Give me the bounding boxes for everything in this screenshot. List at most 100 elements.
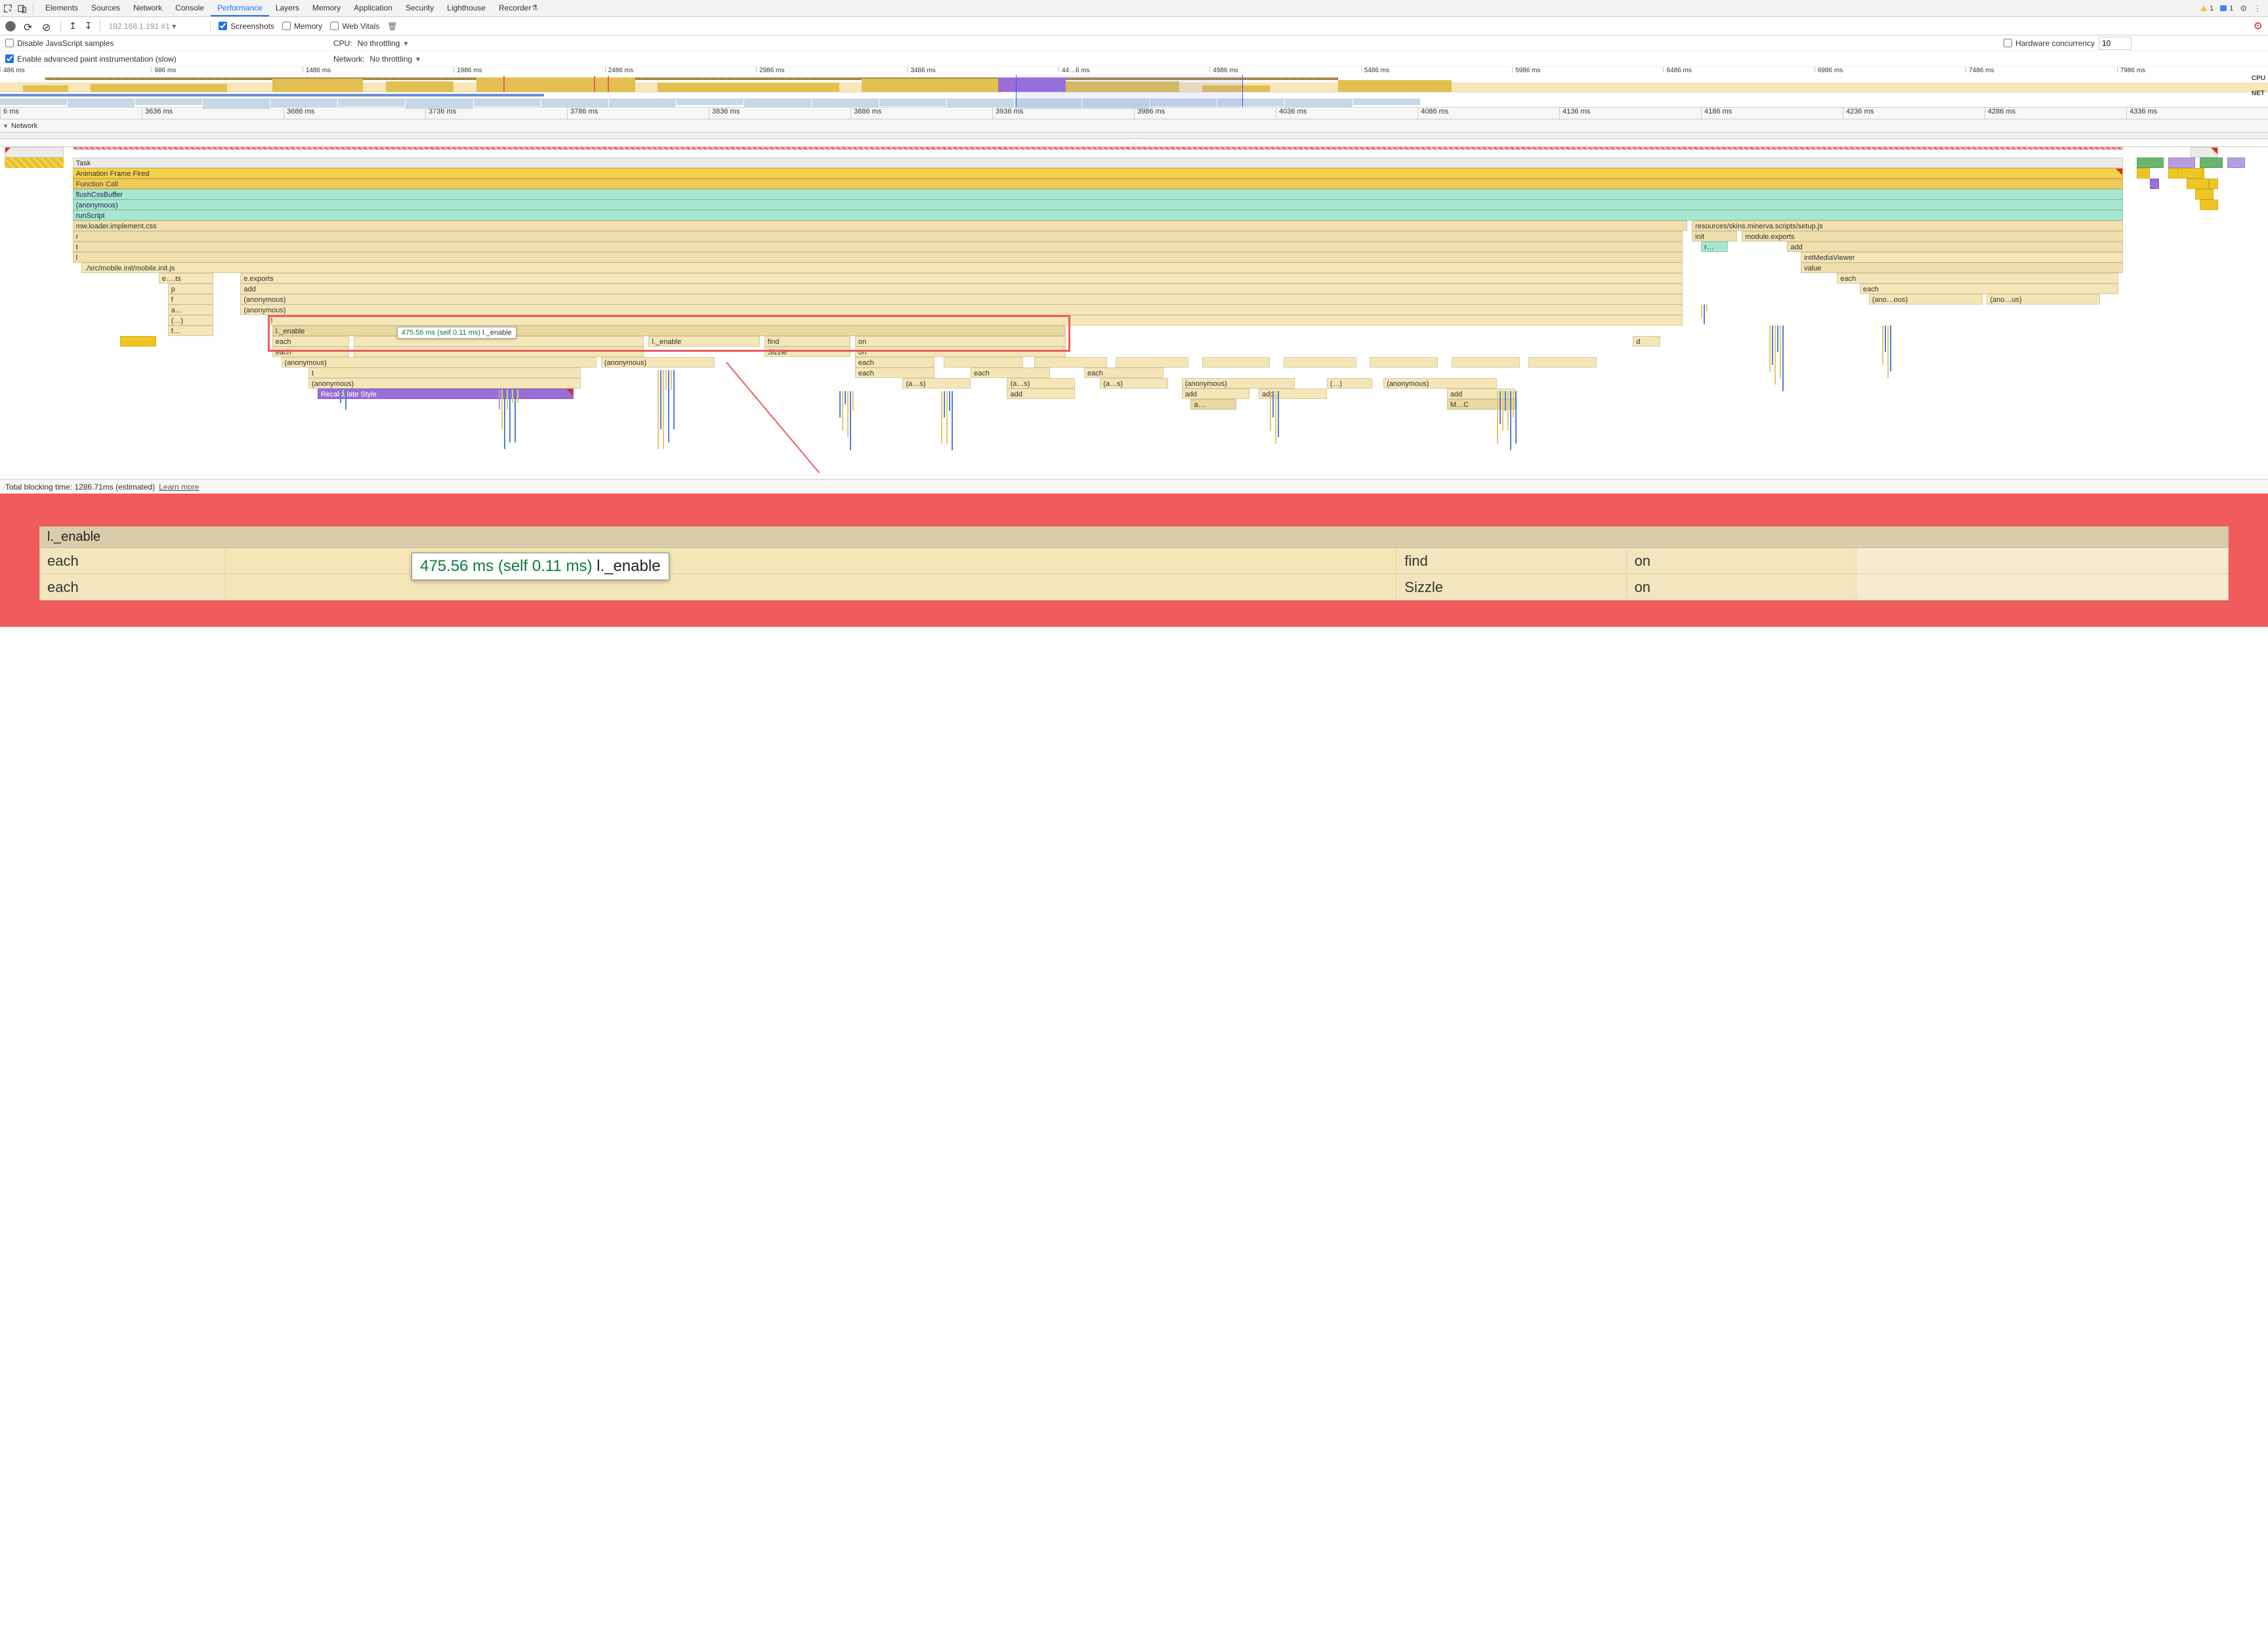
flame-bar[interactable]: t (73, 242, 1683, 252)
flame-bar[interactable]: on (855, 336, 1066, 347)
flame-bar[interactable]: (a…s) (1100, 378, 1168, 389)
flame-bar[interactable] (1284, 357, 1356, 368)
flame-bar[interactable]: l._enable (648, 336, 759, 347)
hw-concurrency-input[interactable] (2099, 37, 2132, 50)
flame-bar[interactable] (5, 147, 64, 158)
flame-bar[interactable]: each (855, 357, 934, 368)
flame-bar[interactable] (2187, 179, 2210, 189)
flame-bar[interactable] (2209, 179, 2218, 189)
flame-bar[interactable]: r… (1701, 242, 1728, 252)
flame-bar[interactable]: t (308, 368, 581, 378)
flame-bar[interactable]: (ano…us) (1986, 294, 2100, 305)
flame-bar[interactable]: Sizzle (765, 347, 850, 357)
load-profile-icon[interactable]: ↥ (69, 20, 77, 32)
flame-bar[interactable]: each (855, 368, 934, 378)
flame-bar[interactable]: d (1633, 336, 1660, 347)
flame-bar[interactable]: e….ts (159, 273, 213, 284)
gc-icon[interactable]: 🗑 (387, 22, 397, 31)
flame-bar[interactable] (1528, 357, 1597, 368)
flame-bar[interactable] (1034, 357, 1107, 368)
network-section-header[interactable]: Network (0, 119, 2268, 133)
tab-application[interactable]: Application (347, 0, 399, 16)
tab-network[interactable]: Network (127, 0, 169, 16)
tab-sources[interactable]: Sources (85, 0, 127, 16)
flame-bar[interactable]: Recalculate Style (318, 389, 574, 399)
flame-bar[interactable] (1370, 357, 1438, 368)
messages-badge[interactable]: 1 (2220, 5, 2233, 12)
webvitals-checkbox[interactable]: Web Vitals (330, 22, 379, 31)
clear-button[interactable] (42, 21, 52, 32)
flame-bar[interactable]: ./src/mobile.init/mobile.init.js (81, 263, 1683, 273)
flame-bar[interactable]: init (1692, 231, 1737, 242)
profile-selector[interactable]: 192.168.1.191 #1 ▾ (108, 22, 202, 31)
flame-bar[interactable]: on (855, 347, 1066, 357)
tab-elements[interactable]: Elements (39, 0, 85, 16)
tab-memory[interactable]: Memory (306, 0, 347, 16)
flame-bar[interactable] (2200, 158, 2223, 168)
flame-bar[interactable] (944, 357, 1023, 368)
flame-bar[interactable]: p (168, 284, 213, 294)
flame-bar[interactable]: Task (73, 158, 2123, 168)
capture-settings-icon[interactable]: ⚙ (2254, 20, 2263, 33)
flame-bar[interactable]: add (240, 284, 1683, 294)
flame-bar[interactable]: initMediaViewer (1801, 252, 2123, 263)
flame-bar[interactable]: a… (168, 305, 213, 315)
network-throttle-select[interactable]: No throttling (369, 54, 420, 64)
flame-bar[interactable]: module.exports (1742, 231, 2123, 242)
flame-bar[interactable] (2191, 147, 2217, 158)
flame-bar[interactable]: value (1801, 263, 2123, 273)
disable-js-checkbox[interactable]: Disable JavaScript samples (5, 39, 114, 48)
save-profile-icon[interactable]: ↧ (85, 20, 93, 32)
more-icon[interactable]: ⋮ (2254, 4, 2261, 13)
reload-record-button[interactable] (24, 21, 34, 32)
flame-bar[interactable]: each (272, 347, 350, 357)
flame-bar[interactable]: each (272, 336, 350, 347)
tab-lighthouse[interactable]: Lighthouse (440, 0, 492, 16)
flame-bar[interactable] (73, 147, 2123, 150)
flame-bar[interactable] (2177, 168, 2204, 179)
flame-bar[interactable]: (…) (1327, 378, 1372, 389)
tab-layers[interactable]: Layers (269, 0, 306, 16)
flame-bar[interactable] (1116, 357, 1188, 368)
flame-bar[interactable]: Animation Frame Fired (73, 168, 2123, 179)
tab-recorder[interactable]: Recorder ⚗ (492, 0, 545, 16)
flame-bar[interactable]: (anonymous) (240, 305, 1683, 315)
flame-bar[interactable] (2150, 179, 2159, 189)
time-ruler[interactable]: 6 ms3636 ms3686 ms3736 ms3786 ms3836 ms3… (0, 108, 2268, 119)
flame-bar[interactable]: l (268, 315, 1683, 326)
flame-bar[interactable]: l (73, 252, 1683, 263)
tab-console[interactable]: Console (169, 0, 211, 16)
flame-bar[interactable]: resources/skins.minerva.scripts/setup.js (1692, 221, 2123, 231)
warnings-badge[interactable]: 1 (2200, 5, 2214, 12)
flame-bar[interactable]: (anonymous) (1383, 378, 1497, 389)
flame-bar[interactable]: Function Call (73, 179, 2123, 189)
flame-bar[interactable]: each (1084, 368, 1164, 378)
flamechart[interactable]: TaskAnimation Frame FiredFunction Call f l… (0, 147, 2268, 475)
flame-bar[interactable] (2168, 158, 2195, 168)
flame-bar[interactable]: runScript (73, 210, 2123, 221)
flame-bar[interactable]: (anonymous) (73, 200, 2123, 210)
memory-checkbox[interactable]: Memory (282, 22, 322, 31)
overview-minimap[interactable]: 486 ms986 ms1486 ms1986 ms2486 ms2986 ms… (0, 67, 2268, 108)
tab-performance[interactable]: Performance (211, 0, 269, 16)
flame-bar[interactable]: add (1007, 389, 1075, 399)
record-button[interactable] (5, 21, 16, 32)
screenshots-checkbox[interactable]: Screenshots (219, 22, 274, 31)
flame-bar[interactable] (1452, 357, 1520, 368)
flame-bar[interactable]: each (1837, 273, 2118, 284)
learn-more-link[interactable]: Learn more (159, 482, 199, 492)
flame-bar[interactable]: find (765, 336, 850, 347)
flame-bar[interactable]: (anonymous) (601, 357, 715, 368)
flame-bar[interactable]: e.exports (240, 273, 1683, 284)
flame-bar[interactable] (2137, 168, 2151, 179)
tab-security[interactable]: Security (399, 0, 440, 16)
flame-bar[interactable]: f (168, 294, 213, 305)
flame-bar[interactable]: l._enable (272, 326, 1066, 336)
device-toggle-icon[interactable] (17, 3, 28, 14)
flame-bar[interactable]: add (1182, 389, 1250, 399)
adv-paint-checkbox[interactable]: Enable advanced paint instrumentation (s… (5, 54, 177, 64)
flame-bar[interactable] (354, 347, 644, 357)
flame-bar[interactable]: add (1259, 389, 1327, 399)
flame-bar[interactable]: (anonymous) (1182, 378, 1295, 389)
flame-bar[interactable]: (a…s) (902, 378, 971, 389)
